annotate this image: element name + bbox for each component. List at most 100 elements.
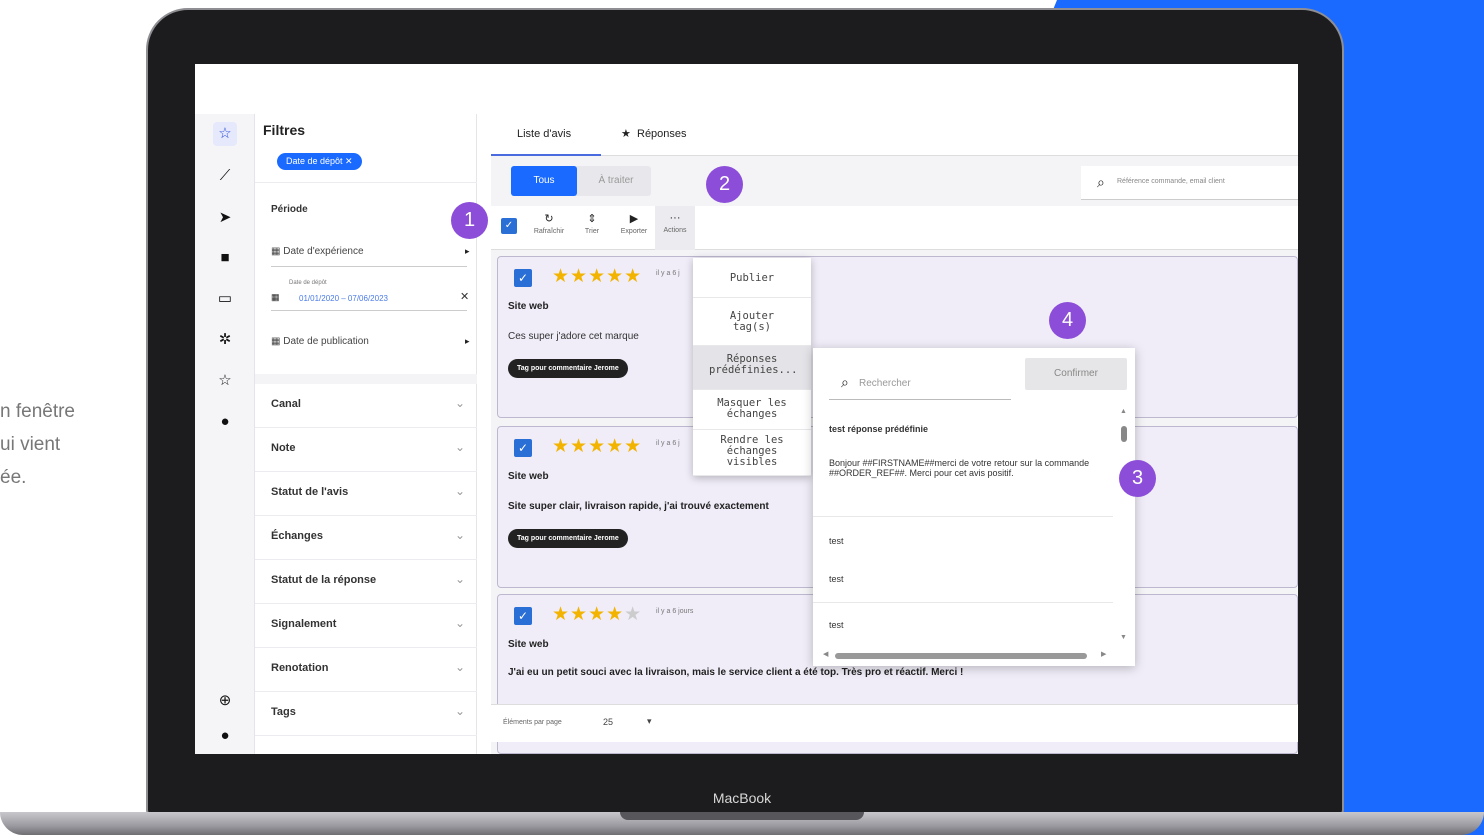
filter-section[interactable]: Statut de la réponse ⌄ [255,560,477,604]
star-outline-icon[interactable]: ☆ [213,369,237,393]
scroll-up-icon[interactable]: ▲ [1120,408,1127,415]
tab-label: Liste d'avis [517,128,572,140]
reply-item[interactable]: test réponse prédéfinie [829,424,928,434]
filter-section-label: Échanges [271,530,323,542]
rating-stars: ★★★★★ [552,604,643,625]
filter-section[interactable]: Renotation ⌄ [255,648,477,692]
scroll-thumb[interactable] [835,653,1087,659]
predefined-replies-popup: ⌕ Rechercher Confirmer test réponse préd… [813,348,1135,666]
review-time: il y a 6 jours [656,608,694,615]
menu-item-ajouter-tag[interactable]: Ajouter tag(s) [693,298,811,346]
reply-item[interactable]: test [829,536,844,546]
filter-section-label: Note [271,442,296,454]
search-field[interactable]: ⌕ Référence commande, email client [1081,166,1298,200]
scroll-thumb[interactable] [1121,426,1127,442]
date-publication-label: Date de publication [283,336,369,347]
chevron-down-icon: ⌄ [454,528,465,542]
menu-item-rendre-visibles[interactable]: Rendre les échanges visibles [693,430,811,476]
menu-item-reponses-predefinies[interactable]: Réponses prédéfinies... [693,346,811,390]
chevron-down-icon: ⌄ [454,616,465,630]
tab-liste-avis[interactable]: Liste d'avis [491,114,601,156]
calendar-icon: ▦ [271,292,280,302]
lock-icon[interactable]: ■ [213,246,237,270]
toolbar-label: Actions [663,227,687,234]
search-icon: ⌕ [841,374,849,390]
menu-item-publier[interactable]: Publier [693,258,811,298]
reply-item[interactable]: Bonjour ##FIRSTNAME##merci de votre reto… [829,458,1093,478]
chart-icon[interactable]: ⟋ [213,164,237,188]
toolbar-label: Trier [584,228,600,235]
help-icon[interactable]: ● [213,724,237,748]
vertical-scrollbar[interactable]: ▲ ▼ [1118,408,1130,644]
help-icon[interactable]: ● [213,410,237,434]
active-filter-chip[interactable]: Date de dépôt ✕ [277,153,362,170]
segment-a-traiter[interactable]: À traiter [583,166,649,196]
caret-right-icon[interactable]: ▸ [465,336,470,347]
send-icon[interactable]: ➤ [213,206,237,230]
popup-search-placeholder: Rechercher [859,378,911,389]
reply-item[interactable]: test [829,620,844,630]
refresh-button[interactable]: ↻ Rafraîchir [529,212,569,235]
chevron-down-icon: ⌄ [454,572,465,586]
actions-button[interactable]: ··· Actions [655,206,695,250]
export-button[interactable]: ▶ Exporter [615,212,653,235]
review-tag[interactable]: Tag pour commentaire Jerome [508,529,628,548]
filter-section[interactable]: Signalement ⌄ [255,604,477,648]
scroll-left-icon[interactable]: ◀ [823,650,828,658]
filter-section[interactable]: Tags ⌄ [255,692,477,736]
divider [271,266,467,267]
laptop-brand: MacBook [712,790,772,806]
filters-title: Filtres [263,122,306,138]
tab-label: Réponses [637,128,687,140]
search-placeholder: Référence commande, email client [1117,178,1225,185]
side-caption-line: ui vient [0,434,61,455]
caret-down-icon[interactable]: ▾ [647,716,652,727]
gear-icon[interactable]: ✲ [213,328,237,352]
menu-item-masquer-echanges[interactable]: Masquer les échanges [693,390,811,430]
refresh-icon: ↻ [544,213,554,225]
scroll-right-icon[interactable]: ▶ [1101,650,1106,658]
tab-reponses[interactable]: ★ Réponses [621,114,731,156]
actions-menu: Publier Ajouter tag(s) Réponses prédéfin… [693,258,811,476]
sort-button[interactable]: ⇕ Trier [577,212,607,235]
step-badge-2: 2 [706,166,743,203]
clear-date-icon[interactable]: ✕ [460,290,469,303]
caret-right-icon[interactable]: ▸ [465,246,470,257]
star-icon[interactable]: ☆ [213,122,237,146]
monitor-icon[interactable]: ▭ [213,287,237,311]
review-checkbox[interactable]: ✓ [514,607,532,625]
star-icon: ★ [621,128,631,140]
date-depot-label: Date de dépôt [289,280,327,286]
select-all-checkbox[interactable]: ✓ [501,218,517,234]
review-tag[interactable]: Tag pour commentaire Jerome [508,359,628,378]
chevron-down-icon: ⌄ [454,660,465,674]
segment-tous[interactable]: Tous [511,166,577,196]
date-depot-value[interactable]: 01/01/2020 – 07/06/2023 [299,294,388,303]
step-badge-3: 3 [1119,460,1156,497]
chevron-down-icon: ⌄ [454,396,465,410]
filter-section[interactable]: Statut de l'avis ⌄ [255,472,477,516]
sort-icon: ⇕ [587,213,597,225]
horizontal-scrollbar[interactable]: ◀ ▶ [823,650,1113,662]
tabs-bar: Liste d'avis ★ Réponses [491,114,1298,156]
filters-panel: Filtres ✕ Date de dépôt ✕ Période ▦ Date… [255,114,507,754]
reply-item[interactable]: test [829,574,844,584]
segment-control: Tous À traiter [511,166,651,196]
filter-section[interactable]: Canal ⌄ [255,384,477,428]
confirm-button[interactable]: Confirmer [1025,358,1127,390]
popup-search-field[interactable]: ⌕ Rechercher [829,366,1011,400]
date-publication-field[interactable]: ▦ Date de publication [271,336,369,347]
step-badge-1: 1 [451,202,488,239]
scroll-down-icon[interactable]: ▼ [1120,634,1127,641]
per-page-label: Éléments par page [503,719,562,726]
globe-icon[interactable]: ⊕ [213,689,237,713]
review-checkbox[interactable]: ✓ [514,439,532,457]
per-page-value[interactable]: 25 [603,717,613,727]
laptop-notch [620,812,864,820]
filter-section[interactable]: Échanges ⌄ [255,516,477,560]
laptop-screen: ☆ ⟋ ➤ ■ ▭ ✲ ☆ ● ⊕ ● Filtres ✕ Date de dé… [195,64,1298,754]
filter-section[interactable]: Note ⌄ [255,428,477,472]
review-checkbox[interactable]: ✓ [514,269,532,287]
pagination-bar: Éléments par page 25 ▾ [491,704,1298,742]
date-experience-field[interactable]: ▦ Date d'expérience [271,246,364,257]
